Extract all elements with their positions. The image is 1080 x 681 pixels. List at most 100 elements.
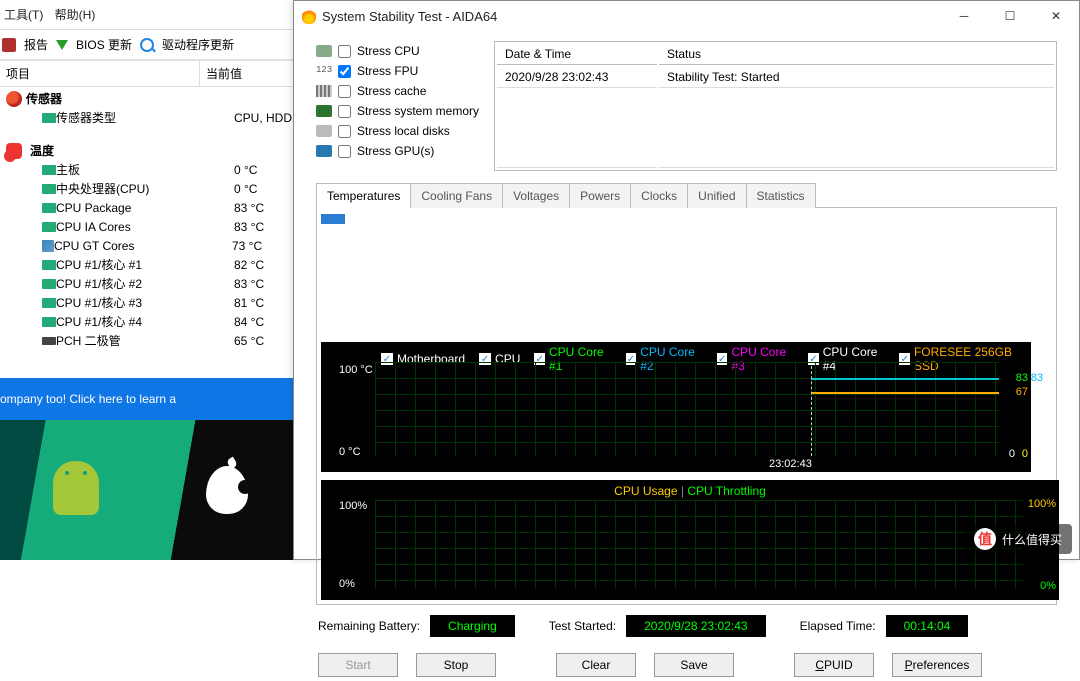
- chip-icon: [42, 222, 56, 232]
- menu-tools[interactable]: 工具(T): [4, 8, 43, 22]
- maximize-button[interactable]: ☐: [987, 1, 1033, 31]
- x-label: 23:02:43: [769, 458, 812, 470]
- tab-clocks[interactable]: Clocks: [630, 183, 688, 208]
- chart2-title: CPU Usage | CPU Throttling: [321, 484, 1059, 498]
- title-bar[interactable]: System Stability Test - AIDA64 ─ ☐ ✕: [294, 1, 1079, 31]
- cpu-usage-chart: CPU Usage | CPU Throttling 100% 0% 100% …: [321, 480, 1059, 600]
- elapsed-value: 00:14:04: [886, 615, 969, 637]
- chip-icon: [42, 240, 54, 252]
- flame-icon: [302, 8, 316, 24]
- arrow-down-icon: [56, 40, 68, 50]
- table-row[interactable]: CPU #1/核心 #381 °C: [0, 293, 301, 312]
- col-status[interactable]: Status: [659, 44, 1054, 65]
- col-datetime[interactable]: Date & Time: [497, 44, 657, 65]
- chip-icon: [42, 317, 56, 327]
- table-row[interactable]: CPU #1/核心 #182 °C: [0, 255, 301, 274]
- table-row[interactable]: CPU IA Cores83 °C: [0, 217, 301, 236]
- android-icon: [53, 465, 99, 515]
- tab-temperatures[interactable]: Temperatures: [316, 183, 411, 208]
- minimize-button[interactable]: ─: [941, 1, 987, 31]
- tab-statistics[interactable]: Statistics: [746, 183, 816, 208]
- window-title: System Stability Test - AIDA64: [322, 9, 497, 24]
- col-current[interactable]: 当前值: [200, 61, 301, 86]
- chip-icon: [42, 337, 56, 345]
- table-row[interactable]: PCH 二极管65 °C: [0, 331, 301, 350]
- disk-icon: [316, 125, 332, 137]
- bios-update-button[interactable]: BIOS 更新: [76, 36, 132, 53]
- memory-icon: [316, 105, 332, 117]
- report-button[interactable]: 报告: [24, 36, 48, 53]
- stress-cpu-checkbox[interactable]: Stress CPU: [316, 41, 484, 61]
- table-row[interactable]: CPU #1/核心 #484 °C: [0, 312, 301, 331]
- apple-icon: [206, 466, 248, 514]
- stress-cache-checkbox[interactable]: Stress cache: [316, 81, 484, 101]
- tab-body: ✓Motherboard ✓CPU ✓CPU Core #1 ✓CPU Core…: [316, 207, 1057, 605]
- chip-icon: [42, 279, 56, 289]
- tab-unified[interactable]: Unified: [687, 183, 746, 208]
- status-row: Remaining Battery: Charging Test Started…: [316, 605, 1057, 647]
- col-item[interactable]: 项目: [0, 61, 200, 86]
- background-window: 工具(T) 帮助(H) 报告 BIOS 更新 驱动程序更新 项目 当前值 传感器…: [0, 0, 301, 560]
- chip-icon: [42, 298, 56, 308]
- close-button[interactable]: ✕: [1033, 1, 1079, 31]
- main-window: System Stability Test - AIDA64 ─ ☐ ✕ Str…: [293, 0, 1080, 560]
- chart-selector[interactable]: [321, 212, 345, 342]
- driver-update-button[interactable]: 驱动程序更新: [162, 36, 234, 53]
- tab-voltages[interactable]: Voltages: [502, 183, 570, 208]
- log-table: Date & TimeStatus 2020/9/28 23:02:43Stab…: [494, 41, 1057, 171]
- cache-icon: [316, 85, 332, 97]
- fpu-icon: 123: [316, 65, 332, 77]
- magnifier-icon: [140, 38, 154, 52]
- group-temperature[interactable]: 温度: [0, 141, 301, 160]
- table-row[interactable]: CPU GT Cores73 °C: [0, 236, 301, 255]
- menu-bar[interactable]: 工具(T) 帮助(H): [0, 0, 301, 30]
- y-axis-100: 100 °C: [339, 364, 373, 376]
- tab-powers[interactable]: Powers: [569, 183, 631, 208]
- table-row[interactable]: 主板0 °C: [0, 160, 301, 179]
- stress-gpu-checkbox[interactable]: Stress GPU(s): [316, 141, 484, 161]
- clear-button[interactable]: Clear: [556, 653, 636, 677]
- elapsed-label: Elapsed Time:: [800, 619, 876, 633]
- sensor-tree[interactable]: 传感器 传感器类型 CPU, HDD, 温度 主板0 °C中央处理器(CPU)0…: [0, 87, 301, 352]
- battery-value: Charging: [430, 615, 515, 637]
- chip-icon: [42, 184, 56, 194]
- start-button[interactable]: Start: [318, 653, 398, 677]
- stress-options: Stress CPU 123Stress FPU Stress cache St…: [316, 41, 484, 171]
- temperature-chart: ✓Motherboard ✓CPU ✓CPU Core #1 ✓CPU Core…: [321, 342, 1031, 472]
- test-started-value: 2020/9/28 23:02:43: [626, 615, 765, 637]
- cpuid-button[interactable]: CPUID: [794, 653, 874, 677]
- stress-fpu-checkbox[interactable]: 123Stress FPU: [316, 61, 484, 81]
- promo-image: [0, 420, 301, 560]
- battery-label: Remaining Battery:: [318, 619, 420, 633]
- table-row[interactable]: 中央处理器(CPU)0 °C: [0, 179, 301, 198]
- chip-icon: [42, 203, 56, 213]
- chart-tabs: TemperaturesCooling FansVoltagesPowersCl…: [316, 183, 1057, 208]
- test-started-label: Test Started:: [549, 619, 616, 633]
- toolbar: 报告 BIOS 更新 驱动程序更新: [0, 30, 301, 60]
- chip-icon: [42, 260, 56, 270]
- save-button[interactable]: Save: [654, 653, 734, 677]
- watermark: 值 什么值得买: [964, 524, 1072, 554]
- grid-header: 项目 当前值: [0, 60, 301, 87]
- button-row: Start Stop Clear Save CPUID Preferences: [316, 647, 1057, 677]
- stress-memory-checkbox[interactable]: Stress system memory: [316, 101, 484, 121]
- log-row[interactable]: 2020/9/28 23:02:43Stability Test: Starte…: [497, 67, 1054, 88]
- table-row[interactable]: CPU #1/核心 #283 °C: [0, 274, 301, 293]
- chip-icon: [42, 113, 56, 123]
- watermark-icon: 值: [974, 528, 996, 550]
- report-icon: [2, 38, 16, 52]
- cpu-icon: [316, 45, 332, 57]
- ad-banner[interactable]: ompany too! Click here to learn a: [0, 378, 301, 420]
- stop-button[interactable]: Stop: [416, 653, 496, 677]
- menu-help[interactable]: 帮助(H): [55, 8, 96, 22]
- y-axis-0: 0 °C: [339, 446, 361, 458]
- stress-disk-checkbox[interactable]: Stress local disks: [316, 121, 484, 141]
- table-row[interactable]: CPU Package83 °C: [0, 198, 301, 217]
- tab-cooling-fans[interactable]: Cooling Fans: [410, 183, 503, 208]
- thermometer-icon: [6, 143, 22, 159]
- group-sensors[interactable]: 传感器: [0, 89, 301, 108]
- gpu-icon: [316, 145, 332, 157]
- row-sensor-type[interactable]: 传感器类型 CPU, HDD,: [0, 108, 301, 127]
- preferences-button[interactable]: Preferences: [892, 653, 982, 677]
- sensor-icon: [6, 91, 22, 107]
